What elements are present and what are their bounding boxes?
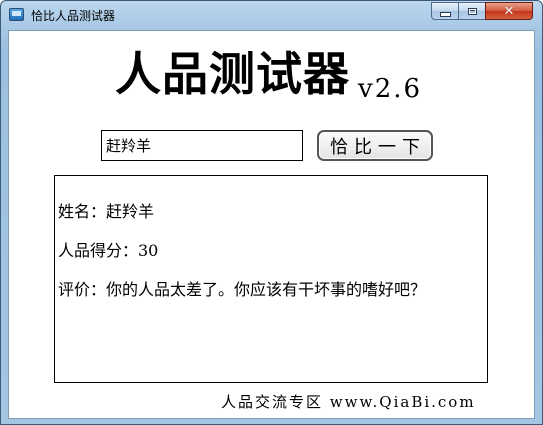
title-bar[interactable]: 恰比人品测试器 ✕ bbox=[1, 1, 542, 29]
result-name: 姓名：赶羚羊 bbox=[58, 202, 155, 221]
close-button[interactable]: ✕ bbox=[485, 2, 533, 20]
app-window: 恰比人品测试器 ✕ 人品测试器 v2.6 恰比一下 姓名：赶羚羊 人品得分：30… bbox=[0, 0, 543, 425]
app-icon bbox=[9, 8, 24, 21]
window-title: 恰比人品测试器 bbox=[31, 9, 116, 23]
minimize-icon bbox=[439, 11, 451, 17]
result-panel: 姓名：赶羚羊 人品得分：30 评价：你的人品太差了。你应该有干坏事的嗜好吧？ bbox=[54, 175, 488, 383]
name-input[interactable] bbox=[101, 130, 303, 161]
footer-link[interactable]: 人品交流专区 www.QiaBi.com bbox=[221, 391, 476, 412]
close-icon: ✕ bbox=[503, 3, 515, 19]
minimize-button[interactable] bbox=[431, 2, 459, 20]
maximize-button[interactable] bbox=[458, 2, 486, 20]
result-review: 评价：你的人品太差了。你应该有干坏事的嗜好吧？ bbox=[58, 280, 427, 299]
maximize-icon bbox=[467, 7, 477, 15]
version-label: v2.6 bbox=[358, 74, 423, 104]
result-score: 人品得分：30 bbox=[58, 241, 159, 260]
test-button[interactable]: 恰比一下 bbox=[317, 130, 433, 161]
app-title: 人品测试器 bbox=[115, 47, 350, 101]
client-area: 人品测试器 v2.6 恰比一下 姓名：赶羚羊 人品得分：30 评价：你的人品太差… bbox=[8, 30, 535, 419]
